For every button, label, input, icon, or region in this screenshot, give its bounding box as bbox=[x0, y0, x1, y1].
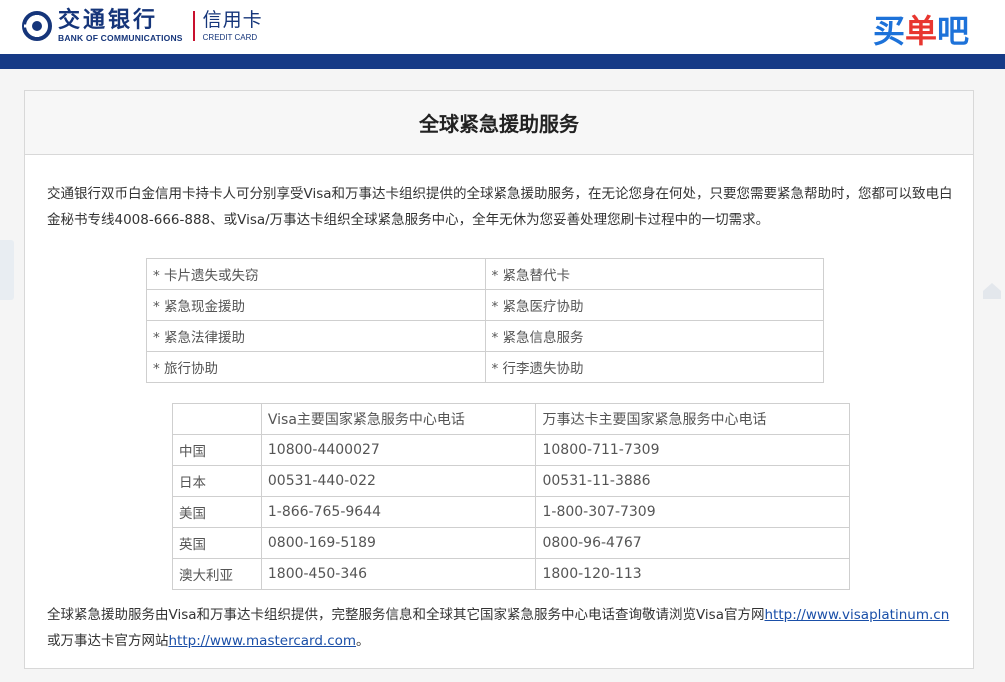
country-cell: 澳大利亚 bbox=[172, 558, 262, 590]
table-row: 澳大利亚 1800-450-346 1800-120-113 bbox=[172, 558, 850, 590]
service-item: * 紧急替代卡 bbox=[484, 258, 824, 290]
card-name-cn: 信用卡 bbox=[202, 8, 263, 31]
service-item: * 紧急法律援助 bbox=[146, 320, 486, 352]
service-item: * 旅行协助 bbox=[146, 351, 486, 383]
table-row: 美国 1-866-765-9644 1-800-307-7309 bbox=[172, 496, 850, 528]
table-row: * 紧急法律援助 * 紧急信息服务 bbox=[146, 320, 824, 352]
content-panel: 全球紧急援助服务 交通银行双币白金信用卡持卡人可分别享受Visa和万事达卡组织提… bbox=[24, 90, 974, 669]
phones-table: Visa主要国家紧急服务中心电话 万事达卡主要国家紧急服务中心电话 中国 108… bbox=[172, 403, 850, 590]
footer-text-end: 。 bbox=[356, 633, 370, 649]
mastercard-phone-cell: 1-800-307-7309 bbox=[535, 496, 850, 528]
service-item: * 卡片遗失或失窃 bbox=[146, 258, 486, 290]
home-icon[interactable] bbox=[979, 280, 1005, 300]
table-row: * 紧急现金援助 * 紧急医疗协助 bbox=[146, 289, 824, 321]
title-bar: 全球紧急援助服务 bbox=[25, 91, 973, 155]
mastercard-phone-cell: 0800-96-4767 bbox=[535, 527, 850, 559]
visa-phone-cell: 1-866-765-9644 bbox=[260, 496, 537, 528]
mastercard-phone-cell: 10800-711-7309 bbox=[535, 434, 850, 466]
site-header: 交通银行 BANK OF COMMUNICATIONS 信用卡 CREDIT C… bbox=[0, 0, 1005, 54]
bank-logo[interactable]: 交通银行 BANK OF COMMUNICATIONS 信用卡 CREDIT C… bbox=[22, 8, 263, 44]
maidanba-logo-char-3: 吧 bbox=[936, 12, 969, 50]
services-table: * 卡片遗失或失窃 * 紧急替代卡 * 紧急现金援助 * 紧急医疗协助 * 紧急… bbox=[146, 258, 824, 383]
bank-name-cn: 交通银行 bbox=[58, 7, 159, 34]
mastercard-website-link[interactable]: http://www.mastercard.com bbox=[169, 633, 357, 649]
column-header-mastercard: 万事达卡主要国家紧急服务中心电话 bbox=[535, 403, 850, 435]
visa-phone-cell: 10800-4400027 bbox=[260, 434, 537, 466]
page-title: 全球紧急援助服务 bbox=[419, 112, 579, 136]
bank-emblem-icon bbox=[22, 11, 52, 41]
country-cell: 日本 bbox=[172, 465, 262, 497]
visa-phone-cell: 0800-169-5189 bbox=[260, 527, 537, 559]
service-item: * 紧急信息服务 bbox=[484, 320, 824, 352]
country-cell: 美国 bbox=[172, 496, 262, 528]
intro-paragraph: 交通银行双币白金信用卡持卡人可分别享受Visa和万事达卡组织提供的全球紧急援助服… bbox=[47, 186, 953, 228]
visa-phone-cell: 1800-450-346 bbox=[260, 558, 537, 590]
column-header-country bbox=[172, 403, 262, 435]
table-header-row: Visa主要国家紧急服务中心电话 万事达卡主要国家紧急服务中心电话 bbox=[172, 403, 850, 435]
header-band bbox=[0, 54, 1005, 69]
footer-text-before: 全球紧急援助服务由Visa和万事达卡组织提供，完整服务信息和全球其它国家紧急服务… bbox=[47, 607, 765, 623]
table-row: * 旅行协助 * 行李遗失协助 bbox=[146, 351, 824, 383]
maidanba-logo[interactable]: 买单吧 bbox=[873, 6, 969, 52]
mastercard-phone-cell: 1800-120-113 bbox=[535, 558, 850, 590]
bank-name-en: BANK OF COMMUNICATIONS bbox=[58, 33, 183, 44]
logo-divider bbox=[192, 11, 195, 41]
side-tab-left[interactable] bbox=[0, 240, 14, 300]
footer-text-middle: 或万事达卡官方网站 bbox=[47, 633, 169, 649]
table-row: 日本 00531-440-022 00531-11-3886 bbox=[172, 465, 850, 497]
table-row: * 卡片遗失或失窃 * 紧急替代卡 bbox=[146, 258, 824, 290]
maidanba-logo-char-1: 买 bbox=[872, 12, 905, 50]
table-row: 英国 0800-169-5189 0800-96-4767 bbox=[172, 527, 850, 559]
maidanba-logo-char-2: 单 bbox=[904, 12, 937, 50]
card-name-en: CREDIT CARD bbox=[202, 32, 258, 42]
visa-phone-cell: 00531-440-022 bbox=[260, 465, 537, 497]
service-item: * 紧急现金援助 bbox=[146, 289, 486, 321]
visa-website-link[interactable]: http://www.visaplatinum.cn bbox=[765, 607, 950, 623]
country-cell: 英国 bbox=[172, 527, 262, 559]
table-row: 中国 10800-4400027 10800-711-7309 bbox=[172, 434, 850, 466]
service-item: * 行李遗失协助 bbox=[484, 351, 824, 383]
country-cell: 中国 bbox=[172, 434, 262, 466]
service-item: * 紧急医疗协助 bbox=[484, 289, 824, 321]
mastercard-phone-cell: 00531-11-3886 bbox=[535, 465, 850, 497]
footer-note: 全球紧急援助服务由Visa和万事达卡组织提供，完整服务信息和全球其它国家紧急服务… bbox=[47, 602, 957, 654]
column-header-visa: Visa主要国家紧急服务中心电话 bbox=[260, 403, 537, 435]
